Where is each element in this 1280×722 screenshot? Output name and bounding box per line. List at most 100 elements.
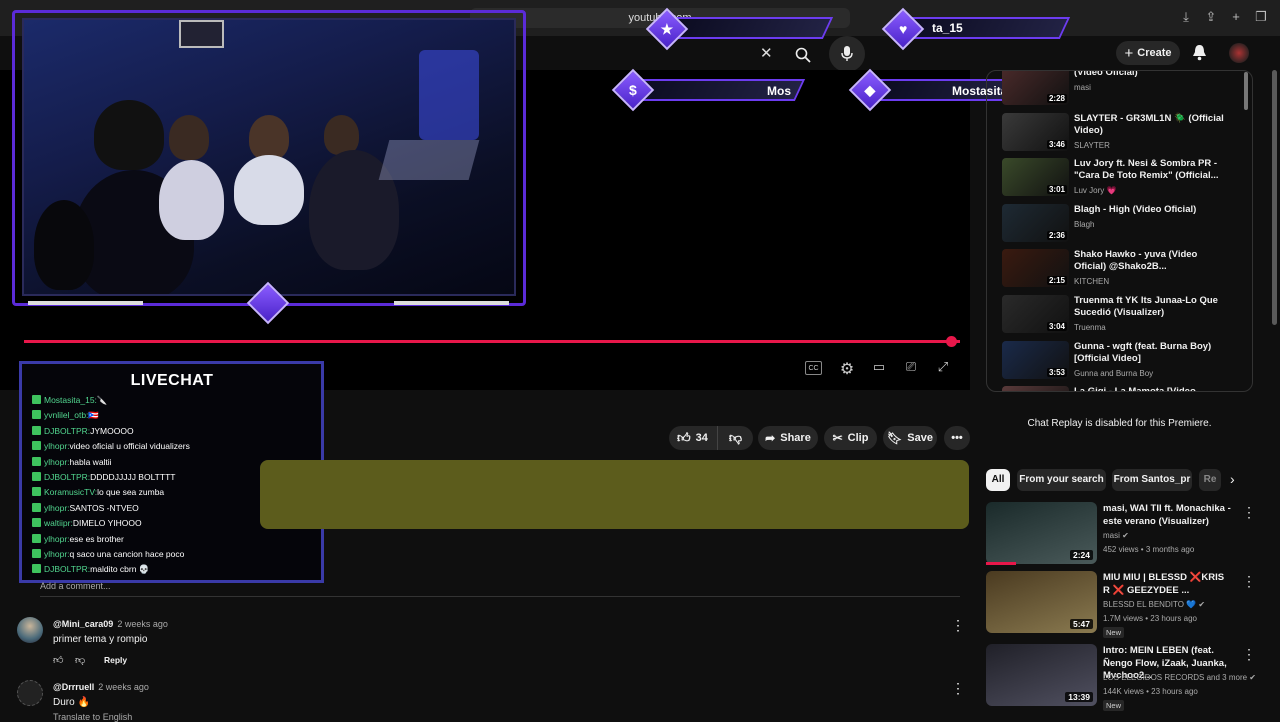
recommendation-thumbnail[interactable]: 13:39	[986, 644, 1097, 706]
recommendation-channel[interactable]: LOS ELEGIDOS RECORDS and 3 more ✔	[1103, 673, 1256, 682]
fullscreen-icon[interactable]: ⤢	[933, 359, 953, 377]
playlist-thumbnail[interactable]: 3:46	[1002, 112, 1069, 151]
playlist-item[interactable]: 3:01 Luv Jory ft. Nesi & Sombra PR - "Car…	[1002, 158, 1242, 198]
recommendation-channel[interactable]: BLESSD EL BENDITO 💙 ✔	[1103, 600, 1205, 609]
playlist-thumbnail[interactable]	[1002, 386, 1069, 391]
comment-author[interactable]: @Mini_cara09 2 weeks ago	[53, 619, 168, 629]
playlist-item-channel[interactable]: Blagh	[1074, 220, 1094, 229]
verified-icon: ✔	[1249, 673, 1256, 682]
new-tab-icon[interactable]: +	[1228, 9, 1244, 25]
commenter-avatar[interactable]	[17, 680, 43, 706]
airplay-icon[interactable]: ⎚	[901, 359, 921, 377]
playlist-item[interactable]: 2:36 Blagh - High (Video Oficial) Blagh	[1002, 203, 1242, 244]
add-comment-input[interactable]: Add a comment...	[40, 581, 111, 591]
playlist-item[interactable]: 2:28 (Video Oficial) masi	[1002, 71, 1242, 107]
recommendation-menu-icon[interactable]: ⋮	[1242, 646, 1256, 663]
playlist-item-channel[interactable]: masi	[1074, 83, 1091, 92]
recommendation-menu-icon[interactable]: ⋮	[1242, 504, 1256, 521]
progress-bar[interactable]	[24, 340, 960, 343]
create-button[interactable]: + Create	[1116, 41, 1180, 65]
like-button[interactable]: 👍︎ 34	[669, 426, 717, 450]
playlist-item-channel[interactable]: KITCHEN	[1074, 277, 1109, 286]
playlist-item-channel[interactable]: SLAYTER	[1074, 141, 1110, 150]
save-button[interactable]: 🔖︎ Save	[883, 426, 937, 450]
recommendation-thumbnail[interactable]: 5:47	[986, 571, 1097, 633]
playlist-item-channel[interactable]: Truenma	[1074, 323, 1106, 332]
duration-badge: 2:36	[1046, 230, 1067, 240]
comment-menu-icon[interactable]: ⋮	[951, 617, 965, 634]
playlist-item-title[interactable]: SLAYTER - GR3ML1N 🪲 (Official Video)	[1074, 113, 1224, 137]
chat-username: ylhopr:	[44, 533, 70, 544]
recommendation-menu-icon[interactable]: ⋮	[1242, 573, 1256, 590]
recommendation-item[interactable]: 5:47 MIU MIU | BLESSD ❌KRIS R ❌ GEEZYDEE …	[986, 571, 1256, 639]
settings-gear-icon[interactable]: ⚙	[837, 359, 857, 378]
playlist-panel: 2:28 (Video Oficial) masi 3:46 SLAYTER - GR3…	[986, 70, 1253, 392]
playlist-item[interactable]: La Gigi - La Mamota [Video	[1002, 386, 1242, 391]
tabs-icon[interactable]: ❐	[1253, 9, 1269, 25]
badge-label-subscriber: ta_15	[932, 21, 963, 35]
miniplayer-icon[interactable]: ▭	[869, 359, 889, 377]
stream-cam-image	[22, 18, 516, 296]
playlist-item-title[interactable]: (Video Oficial)	[1074, 71, 1224, 79]
playlist-item-title[interactable]: La Gigi - La Mamota [Video	[1074, 386, 1224, 391]
more-actions-button[interactable]: •••	[944, 426, 970, 450]
recommendation-channel[interactable]: masi ✔	[1103, 531, 1129, 540]
playlist-thumbnail[interactable]: 2:28	[1002, 71, 1069, 105]
recommendation-thumbnail[interactable]: 2:24	[986, 502, 1097, 564]
playlist-item[interactable]: 3:46 SLAYTER - GR3ML1N 🪲 (Official Video)…	[1002, 112, 1242, 153]
recommendation-title[interactable]: MIU MIU | BLESSD ❌KRIS R ❌ GEEZYDEE ...	[1103, 572, 1233, 597]
playlist-thumbnail[interactable]: 3:01	[1002, 158, 1069, 197]
playlist-item[interactable]: 2:15 Shako Hawko - yuva (Video Oficial) @…	[1002, 249, 1242, 289]
playlist-item-title[interactable]: Truenma ft YK Its Junaa-Lo Que Sucedió (…	[1074, 295, 1224, 319]
playlist-item-channel[interactable]: Luv Jory 💗	[1074, 186, 1116, 195]
recommendation-item[interactable]: 2:24 masi, WAI TII ft. Monachika - este v…	[986, 502, 1256, 570]
comment-reply-button[interactable]: Reply	[104, 655, 127, 665]
playlist-thumbnail[interactable]: 2:36	[1002, 203, 1069, 242]
comment-like-icon[interactable]: 👍︎	[53, 654, 63, 666]
playlist-thumbnail[interactable]: 3:53	[1002, 340, 1069, 379]
comment-menu-icon[interactable]: ⋮	[951, 680, 965, 697]
clear-search-icon[interactable]: ✕	[760, 44, 773, 62]
playlist-item-title[interactable]: Luv Jory ft. Nesi & Sombra PR - "Cara De…	[1074, 158, 1224, 182]
recommendation-item[interactable]: 13:39 Intro: MEIN LEBEN (feat. Ñengo Flow…	[986, 644, 1256, 712]
notifications-button[interactable]	[1192, 44, 1207, 66]
playlist-item[interactable]: 3:04 Truenma ft YK Its Junaa-Lo Que Suced…	[1002, 295, 1242, 335]
bell-icon	[1193, 45, 1206, 61]
share-icon[interactable]: ⇪	[1203, 9, 1219, 25]
playlist-scrollbar[interactable]	[1244, 72, 1248, 110]
comment-author[interactable]: @Drrruell 2 weeks ago	[53, 682, 149, 692]
comment-time: 2 weeks ago	[98, 682, 149, 692]
search-button[interactable]	[785, 37, 821, 73]
chip-all[interactable]: All	[986, 469, 1010, 491]
account-avatar[interactable]	[1229, 43, 1249, 63]
download-icon[interactable]: ⤓	[1178, 9, 1194, 25]
chip-from-santos-pr[interactable]: From Santos_pr	[1112, 469, 1192, 491]
recommendation-title[interactable]: masi, WAI TII ft. Monachika - este veran…	[1103, 503, 1233, 528]
recommendation-meta: 144K views • 23 hours ago	[1103, 687, 1198, 696]
scrubber-handle[interactable]	[946, 336, 957, 347]
plus-icon: +	[1124, 44, 1134, 62]
chevron-right-icon[interactable]: ›	[1230, 471, 1235, 487]
playlist-thumbnail[interactable]: 2:15	[1002, 249, 1069, 288]
comment-dislike-icon[interactable]: 👎︎	[75, 654, 85, 666]
translate-link[interactable]: Translate to English	[53, 712, 132, 722]
share-button[interactable]: ➦ Share	[758, 426, 818, 450]
playlist-item-title[interactable]: Blagh - High (Video Oficial)	[1074, 204, 1224, 216]
playlist-item-title[interactable]: Shako Hawko - yuva (Video Oficial) @Shak…	[1074, 249, 1224, 273]
playlist-item-title[interactable]: Gunna - wgft (feat. Burna Boy) [Official…	[1074, 341, 1224, 365]
chat-username: ylhopr:	[44, 456, 70, 467]
captions-icon[interactable]: CC	[805, 361, 822, 375]
duration-badge: 5:47	[1069, 619, 1093, 629]
commenter-avatar[interactable]	[17, 617, 43, 643]
voice-search-button[interactable]	[829, 36, 865, 72]
chip-from-your-search[interactable]: From your search	[1017, 469, 1106, 491]
playlist-thumbnail[interactable]: 3:04	[1002, 295, 1069, 333]
page-scrollbar[interactable]	[1272, 70, 1277, 325]
clip-button[interactable]: ✂ Clip	[824, 426, 877, 450]
chip-related[interactable]: Re	[1199, 469, 1221, 491]
description-box[interactable]	[260, 460, 969, 529]
chat-message: ylhopr:video oficial u official vidualiz…	[32, 440, 190, 452]
playlist-item[interactable]: 3:53 Gunna - wgft (feat. Burna Boy) [Offi…	[1002, 340, 1242, 381]
playlist-item-channel[interactable]: Gunna and Burna Boy	[1074, 369, 1153, 378]
dislike-button[interactable]: 👎︎	[717, 426, 753, 450]
